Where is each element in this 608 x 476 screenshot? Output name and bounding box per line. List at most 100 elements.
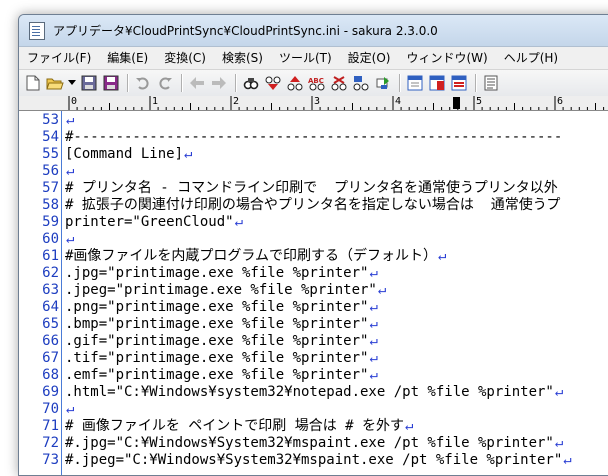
menu-window[interactable]: ウィンドウ(W): [398, 47, 495, 69]
jump-back-icon[interactable]: [187, 73, 207, 93]
settings-icon[interactable]: [481, 73, 501, 93]
code-line-text: .jpeg="printimage.exe %file %printer": [65, 282, 377, 298]
code-line[interactable]: .jpg="printimage.exe %file %printer"↵: [65, 265, 378, 282]
code-line[interactable]: printer="GreenCloud"↵: [65, 214, 243, 231]
menu-file[interactable]: ファイル(F): [19, 47, 99, 69]
line-number: 58: [42, 197, 59, 213]
code-line-text: #画像ファイルを内蔵プログラムで印刷する（デフォルト）: [65, 248, 438, 264]
code-line[interactable]: .emf="printimage.exe %file %printer"↵: [65, 367, 378, 384]
line-number: 66: [42, 333, 59, 349]
column-ruler: 0 1 2 3 4 5 6: [19, 96, 608, 111]
code-line[interactable]: # 画像ファイルを ペイントで印刷 場合は # を外す↵: [65, 418, 413, 435]
code-line[interactable]: ↵: [65, 112, 74, 129]
line-ending-icon: ↵: [66, 163, 75, 179]
code-line[interactable]: # プリンタ名 - コマンドライン印刷で プリンタ名を通常使うプリンタ以外: [65, 180, 558, 197]
code-line-text: .tif="printimage.exe %file %printer": [65, 350, 369, 366]
toolbar-separator: [127, 74, 129, 92]
code-line-text: # 拡張子の関連付け印刷の場合やプリンタ名を指定しない場合は 通常使うプ: [65, 197, 561, 213]
menu-settings[interactable]: 設定(O): [340, 47, 399, 69]
save-icon[interactable]: [79, 73, 99, 93]
menu-tools[interactable]: ツール(T): [271, 47, 340, 69]
code-line-text: .gif="printimage.exe %file %printer": [65, 333, 369, 349]
line-ending-icon: ↵: [405, 418, 414, 434]
line-number: 70: [42, 401, 59, 417]
line-number: 72: [42, 435, 59, 451]
menu-convert[interactable]: 変換(C): [156, 47, 214, 69]
line-number: 67: [42, 350, 59, 366]
line-ending-icon: ↵: [369, 316, 378, 332]
code-line-text: .jpg="printimage.exe %file %printer": [65, 265, 369, 281]
editor-window: アプリデータ¥CloudPrintSync¥CloudPrintSync.ini…: [18, 14, 608, 476]
toolbar-separator: [181, 74, 183, 92]
ruler-label: 4: [395, 96, 402, 107]
split-left-icon[interactable]: [405, 73, 425, 93]
code-line[interactable]: .jpeg="printimage.exe %file %printer"↵: [65, 282, 386, 299]
code-text[interactable]: ↵ #--------------------------------------…: [65, 111, 608, 475]
editor-area[interactable]: 0 1 2 3 4 5 6 53 54 55 56 57 58 59 60 61 62 63 64 65…: [19, 96, 608, 475]
find-prev-icon[interactable]: [263, 73, 283, 93]
clear-marks-icon[interactable]: [329, 73, 349, 93]
code-line[interactable]: .tif="printimage.exe %file %printer"↵: [65, 350, 378, 367]
jump-forward-icon[interactable]: [209, 73, 229, 93]
ruler-label: 0: [71, 96, 78, 107]
code-line-text: #.jpeg="C:¥Windows¥System32¥mspaint.exe …: [65, 452, 563, 468]
toolbar-separator: [475, 74, 477, 92]
code-line[interactable]: .png="printimage.exe %file %printer"↵: [65, 299, 378, 316]
line-number: 73: [42, 452, 59, 468]
line-number: 59: [42, 214, 59, 230]
menu-help[interactable]: ヘルプ(H): [496, 47, 566, 69]
line-number: 60: [42, 231, 59, 247]
toolbar-separator: [235, 74, 237, 92]
search-icon[interactable]: [241, 73, 261, 93]
line-ending-icon: ↵: [563, 452, 572, 468]
code-line[interactable]: ↵: [65, 163, 74, 180]
line-ending-icon: ↵: [66, 112, 75, 128]
save-as-icon[interactable]: [101, 73, 121, 93]
code-line-text: [Command Line]: [65, 146, 184, 162]
toolbar: ABC: [19, 69, 608, 97]
code-line[interactable]: #画像ファイルを内蔵プログラムで印刷する（デフォルト）↵: [65, 248, 446, 265]
code-line[interactable]: #---------------------------------------…: [65, 129, 562, 146]
find-next-icon[interactable]: [285, 73, 305, 93]
toolbar-separator: [399, 74, 401, 92]
line-ending-icon: ↵: [554, 384, 564, 400]
ruler-label: 6: [557, 96, 564, 107]
compare-icon[interactable]: [373, 73, 393, 93]
line-number: 64: [42, 299, 59, 315]
line-number-gutter[interactable]: 53 54 55 56 57 58 59 60 61 62 63 64 65 66 67 68 69 70 71 72…: [19, 111, 62, 475]
code-line-text: # 画像ファイルを ペイントで印刷 場合は # を外す: [65, 418, 404, 434]
code-line[interactable]: ↵: [65, 401, 74, 418]
code-line[interactable]: # 拡張子の関連付け印刷の場合やプリンタ名を指定しない場合は 通常使うプ: [65, 197, 560, 214]
line-number: 53: [42, 112, 59, 128]
menu-search[interactable]: 検索(S): [214, 47, 271, 69]
code-line[interactable]: #.jpg="C:¥Windows¥System32¥mspaint.exe /…: [65, 435, 563, 452]
code-line[interactable]: .html="C:¥Windows¥system32¥notepad.exe /…: [65, 384, 563, 401]
code-line[interactable]: [Command Line]↵: [65, 146, 192, 163]
line-ending-icon: ↵: [369, 299, 378, 315]
code-line-text: # プリンタ名 - コマンドライン印刷で プリンタ名を通常使うプリンタ以外: [65, 180, 558, 196]
redo-icon[interactable]: [155, 73, 175, 93]
line-number: 71: [42, 418, 59, 434]
code-line[interactable]: #.jpeg="C:¥Windows¥System32¥mspaint.exe …: [65, 452, 572, 469]
code-line[interactable]: .gif="printimage.exe %file %printer"↵: [65, 333, 378, 350]
line-ending-icon: ↵: [377, 282, 387, 298]
code-line-text: .bmp="printimage.exe %file %printer": [65, 316, 369, 332]
split-right-icon[interactable]: [427, 73, 447, 93]
line-number: 63: [42, 282, 59, 298]
outline-icon[interactable]: [449, 73, 469, 93]
open-folder-icon[interactable]: [45, 73, 65, 93]
new-file-icon[interactable]: [23, 73, 43, 93]
line-number: 62: [42, 265, 59, 281]
code-line[interactable]: ↵: [65, 231, 74, 248]
code-line-text: .emf="printimage.exe %file %printer": [65, 367, 369, 383]
line-ending-icon: ↵: [438, 248, 447, 264]
undo-icon[interactable]: [133, 73, 153, 93]
code-line[interactable]: .bmp="printimage.exe %file %printer"↵: [65, 316, 378, 333]
line-number: 69: [42, 384, 59, 400]
line-ending-icon: ↵: [369, 367, 378, 383]
menu-edit[interactable]: 編集(E): [99, 47, 156, 69]
title-bar[interactable]: アプリデータ¥CloudPrintSync¥CloudPrintSync.ini…: [19, 15, 608, 46]
grep-icon[interactable]: [351, 73, 371, 93]
dropdown-arrow-icon[interactable]: [67, 73, 77, 93]
replace-icon[interactable]: ABC: [307, 73, 327, 93]
